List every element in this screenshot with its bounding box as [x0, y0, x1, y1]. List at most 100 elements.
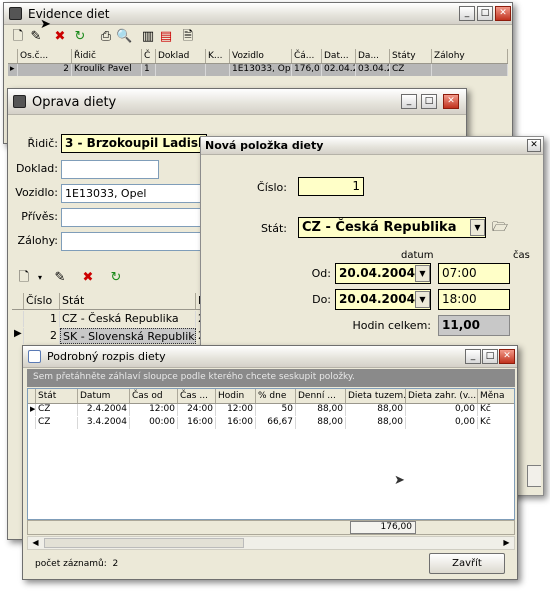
evidence-toolbar: 🗋 ✎ ✖ ↻ ⎙ 🔍 ▥ ▤ 🗎	[8, 29, 208, 47]
maximize-button[interactable]: □	[477, 6, 493, 21]
group-by-panel[interactable]: Sem přetáhněte záhlaví sloupce podle kte…	[27, 369, 515, 387]
stat-label: Stát:	[260, 222, 287, 235]
zalohy-field[interactable]	[61, 232, 203, 251]
col-header[interactable]: Číslo	[24, 293, 60, 309]
close-button[interactable]: ✕	[495, 6, 511, 21]
doklad-field[interactable]	[61, 160, 159, 179]
hidden-button[interactable]	[527, 465, 541, 487]
app-icon	[13, 95, 26, 108]
total-value: 176,00	[350, 521, 416, 534]
document-icon[interactable]: 🗎	[180, 29, 196, 45]
table-row[interactable]: 1 CZ - Česká Republika 2	[12, 311, 212, 327]
oprava-titlebar[interactable]: Oprava diety _ □ ✕	[8, 89, 466, 115]
report-icon[interactable]: ▤	[158, 29, 174, 45]
refresh-icon[interactable]: ↻	[72, 29, 88, 45]
col-header[interactable]: Doklad	[156, 49, 206, 63]
col-header[interactable]: Měna	[478, 389, 514, 403]
preview-icon[interactable]: 🔍	[116, 29, 132, 45]
table-row[interactable]: ▸ 2 Kroulík Pavel 1 1E13033, Opel 176,0 …	[8, 64, 508, 76]
minimize-button[interactable]: _	[401, 94, 417, 109]
hodin-label: Hodin celkem:	[352, 319, 431, 332]
do-label: Do:	[312, 293, 331, 306]
col-header[interactable]: Dieta zahr. (v...	[406, 389, 478, 403]
col-header[interactable]: Stát	[36, 389, 78, 403]
polozka-title: Nová položka diety	[205, 139, 324, 152]
scroll-right-icon[interactable]: ▶	[500, 537, 513, 549]
print-icon[interactable]: ⎙	[98, 29, 114, 45]
minimize-button[interactable]: _	[465, 349, 481, 364]
dropdown-arrow-icon[interactable]: ▾	[32, 270, 48, 286]
col-header[interactable]: Vozidlo	[230, 49, 292, 63]
scrollbar-thumb[interactable]	[44, 538, 244, 548]
close-button[interactable]: ✕	[527, 139, 541, 152]
new-doc-icon[interactable]: 🗋	[16, 270, 32, 286]
ridic-field[interactable]: 3 - Brzokoupil Ladislav	[61, 134, 207, 153]
vozidlo-field[interactable]: 1E13033, Opel	[61, 184, 203, 203]
cas-label: čas	[513, 250, 530, 261]
col-header[interactable]: Dat...	[322, 49, 356, 63]
col-header[interactable]: Čas ...	[178, 389, 216, 403]
mouse-cursor-icon: ➤	[394, 473, 405, 488]
table-row[interactable]: CZ 3.4.2004 00:00 16:00 16:00 66,67 88,0…	[28, 417, 514, 429]
new-doc-icon[interactable]: 🗋	[10, 29, 26, 45]
col-header[interactable]: Čas od	[130, 389, 178, 403]
col-header[interactable]: Hodin	[216, 389, 256, 403]
col-header[interactable]: Státy	[390, 49, 432, 63]
maximize-button[interactable]: □	[482, 349, 498, 364]
col-header[interactable]: K...	[206, 49, 230, 63]
col-header[interactable]: Dieta tuzem...	[346, 389, 406, 403]
do-date-dropdown[interactable]: ▼	[415, 291, 430, 308]
columns-icon[interactable]: ▥	[140, 29, 156, 45]
stat-dropdown-button[interactable]: ▼	[470, 219, 485, 236]
col-header[interactable]: Čá...	[292, 49, 322, 63]
polozka-titlebar[interactable]: Nová položka diety ✕	[201, 137, 543, 155]
table-row[interactable]: ▶ 2 SK - Slovenská Republika 2	[12, 328, 212, 344]
doklad-label: Doklad:	[15, 162, 58, 175]
close-button[interactable]: ✕	[443, 94, 459, 109]
col-header[interactable]: Č	[142, 49, 156, 63]
document-icon	[28, 350, 41, 363]
col-header[interactable]: Da...	[356, 49, 390, 63]
minimize-button[interactable]: _	[459, 6, 475, 21]
do-time-field[interactable]: 18:00	[438, 289, 510, 310]
evidence-titlebar[interactable]: Evidence diet _ □ ✕	[4, 3, 512, 25]
maximize-button[interactable]: □	[421, 94, 437, 109]
col-header[interactable]: Denní ...	[296, 389, 346, 403]
rozpis-grid-header: Stát Datum Čas od Čas ... Hodin % dne De…	[28, 389, 514, 404]
stat-select[interactable]: CZ - Česká Republika	[298, 217, 486, 238]
row-indicator-icon: ▶	[28, 404, 36, 416]
col-header[interactable]: % dne	[256, 389, 296, 403]
od-time-field[interactable]: 07:00	[438, 263, 510, 284]
prives-field[interactable]	[61, 208, 203, 227]
rozpis-title: Podrobný rozpis diety	[47, 350, 166, 363]
col-header[interactable]: Zálohy	[432, 49, 508, 63]
close-dialog-button[interactable]: Zavřít	[429, 553, 505, 574]
prives-label: Přívěs:	[21, 210, 58, 223]
cislo-field[interactable]: 1	[298, 177, 364, 196]
folder-icon[interactable]: 🗁	[492, 218, 508, 240]
mouse-cursor-icon: ➤	[40, 17, 51, 32]
col-header[interactable]: Os.č...	[18, 49, 72, 63]
vozidlo-label: Vozidlo:	[15, 186, 58, 199]
zalohy-label: Zálohy:	[17, 234, 58, 247]
col-header[interactable]: Stát	[60, 293, 196, 309]
refresh-icon[interactable]: ↻	[108, 270, 124, 286]
record-count: počet záznamů: 2	[35, 559, 119, 569]
od-date-dropdown[interactable]: ▼	[415, 265, 430, 282]
total-footer: 176,00	[27, 520, 515, 535]
table-row[interactable]: ▶ CZ 2.4.2004 12:00 24:00 12:00 50 88,00…	[28, 404, 514, 416]
horizontal-scrollbar[interactable]: ◀ ▶	[27, 536, 515, 550]
col-header[interactable]: Řidič	[72, 49, 142, 63]
col-header[interactable]: Datum	[78, 389, 130, 403]
rozpis-titlebar[interactable]: Podrobný rozpis diety _ □ ✕	[23, 346, 517, 368]
delete-icon[interactable]: ✖	[52, 29, 68, 45]
scroll-left-icon[interactable]: ◀	[29, 537, 42, 549]
close-button[interactable]: ✕	[499, 349, 515, 364]
edit-icon[interactable]: ✎	[52, 270, 68, 286]
od-label: Od:	[311, 267, 331, 280]
datum-label: datum	[401, 250, 434, 261]
hodin-field: 11,00	[438, 315, 510, 336]
app-icon	[9, 7, 22, 20]
oprava-title: Oprava diety	[32, 95, 117, 110]
delete-icon[interactable]: ✖	[80, 270, 96, 286]
